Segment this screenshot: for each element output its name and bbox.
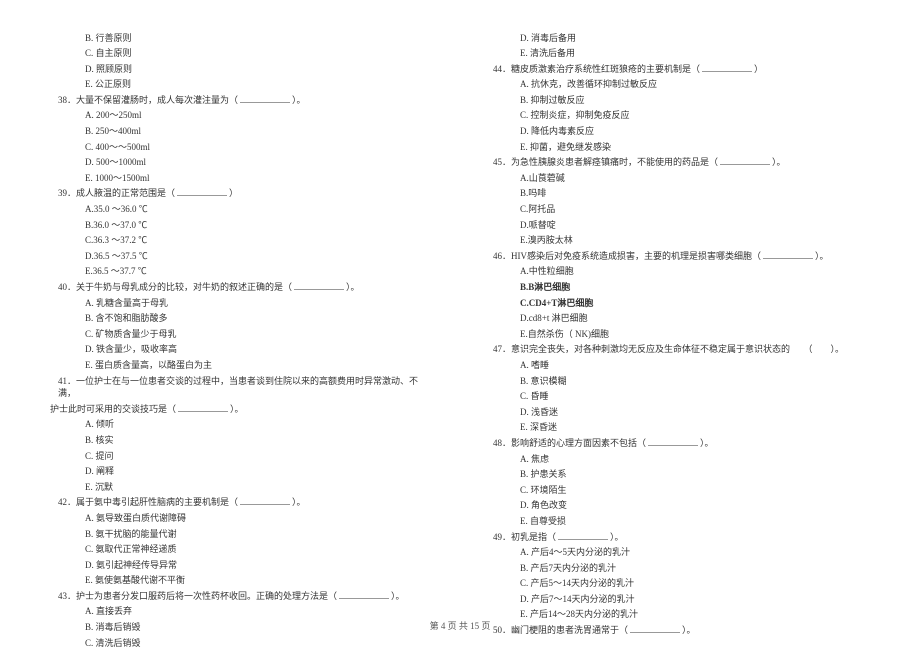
q42-opt-B: B. 氨干扰脑的能量代谢 [50,526,435,542]
question-38: 38．大量不保留灌肠时，成人每次灌注量为（）。 [50,92,435,108]
q45-opt-C: C.阿托品 [485,202,870,218]
left-column: B. 行善原则C. 自主原则D. 照顾原则E. 公正原则38．大量不保留灌肠时，… [50,30,435,600]
q43-opt-D: D. 消毒后备用 [485,30,870,46]
blank-fill [558,531,608,540]
blank-fill [178,403,228,412]
blank-fill [720,156,770,165]
question-41-line1: 41．一位护士在与一位患者交谈的过程中，当患者谈到住院以来的高额费用时异常激动、… [50,373,435,401]
q42-opt-D: D. 氨引起神经传导异常 [50,557,435,573]
q46-opt-A: A.中性粒细胞 [485,264,870,280]
blank-fill [294,281,344,290]
q44-opt-E: E. 抑菌，避免继发感染 [485,139,870,155]
question-45: 45．为急性胰腺炎患者解痉镇痛时，不能使用的药品是（）。 [485,155,870,171]
q38-opt-B: B. 250～400ml [50,124,435,140]
q47-opt-D: D. 浅昏迷 [485,404,870,420]
blank-fill [240,94,290,103]
q38-opt-C: C. 400～～500ml [50,139,435,155]
q43-opt-E: E. 清洗后备用 [485,46,870,62]
q37-opt-C: C. 自主原则 [50,46,435,62]
two-column-layout: B. 行善原则C. 自主原则D. 照顾原则E. 公正原则38．大量不保留灌肠时，… [50,30,870,600]
q44-opt-A: A. 抗休克，改善循环抑制过敏反应 [485,77,870,93]
q47-opt-A: A. 嗜睡 [485,357,870,373]
q37-opt-E: E. 公正原则 [50,77,435,93]
q41-opt-A: A. 倾听 [50,417,435,433]
q48-opt-D: D. 角色改变 [485,498,870,514]
q42-opt-E: E. 氨使氨基酸代谢不平衡 [50,573,435,589]
question-41-line2: 护士此时可采用的交谈技巧是（）。 [50,401,435,417]
question-42: 42．属于氨中毒引起肝性脑病的主要机制是（）。 [50,495,435,511]
q46-opt-C: C.CD4+T淋巴细胞 [485,295,870,311]
q40-opt-E: E. 蛋白质含量高，以酪蛋白为主 [50,357,435,373]
q39-opt-D: D.36.5 ～37.5 ℃ [50,248,435,264]
q49-opt-D: D. 产后7～14天内分泌的乳汁 [485,591,870,607]
q48-opt-A: A. 焦虑 [485,451,870,467]
q47-opt-B: B. 意识模糊 [485,373,870,389]
q41-opt-E: E. 沉默 [50,479,435,495]
q38-opt-D: D. 500～1000ml [50,155,435,171]
q44-opt-C: C. 控制炎症，抑制免疫反应 [485,108,870,124]
q46-opt-B: B.B淋巴细胞 [485,280,870,296]
q48-opt-C: C. 环境陌生 [485,482,870,498]
question-44: 44．糖皮质激素治疗系统性红斑狼疮的主要机制是（） [485,61,870,77]
q40-opt-A: A. 乳糖含量高于母乳 [50,295,435,311]
q41-opt-C: C. 提问 [50,448,435,464]
q37-opt-B: B. 行善原则 [50,30,435,46]
question-49: 49．初乳是指（）。 [485,529,870,545]
blank-fill [240,496,290,505]
q49-opt-C: C. 产后5～14天内分泌的乳汁 [485,576,870,592]
question-48: 48．影响舒适的心理方面因素不包括（）。 [485,435,870,451]
footer-prefix: 第 [430,621,441,631]
q39-opt-C: C.36.3 ～37.2 ℃ [50,233,435,249]
page-footer: 第 4 页 共 15 页 [0,619,920,632]
question-43: 43．护士为患者分发口服药后将一次性药杯收回。正确的处理方法是（）。 [50,588,435,604]
question-47: 47．意识完全丧失，对各种刺激均无反应及生命体征不稳定属于意识状态的 （ ）。 [485,342,870,358]
q41-opt-D: D. 阐释 [50,464,435,480]
q44-opt-D: D. 降低内毒素反应 [485,124,870,140]
right-column: D. 消毒后备用E. 清洗后备用44．糖皮质激素治疗系统性红斑狼疮的主要机制是（… [485,30,870,600]
footer-suffix: 页 [479,621,490,631]
footer-middle: 页 共 [445,621,470,631]
question-39: 39．成人腋温的正常范围是（） [50,186,435,202]
q41-opt-B: B. 核实 [50,432,435,448]
q45-opt-A: A.山莨菪碱 [485,170,870,186]
q40-opt-C: C. 矿物质含量少于母乳 [50,326,435,342]
blank-fill [339,590,389,599]
footer-total: 15 [470,621,479,631]
q40-opt-D: D. 铁含量少，吸收率高 [50,342,435,358]
q45-opt-E: E.溴丙胺太林 [485,233,870,249]
q39-opt-A: A.35.0 ～36.0 ℃ [50,202,435,218]
q43-opt-C: C. 清洗后销毁 [50,635,435,651]
question-40: 40．关于牛奶与母乳成分的比较，对牛奶的叙述正确的是（）。 [50,280,435,296]
blank-fill [648,437,698,446]
q38-opt-A: A. 200～250ml [50,108,435,124]
q49-opt-B: B. 产后7天内分泌的乳汁 [485,560,870,576]
question-46: 46．HIV感染后对免疫系统造成损害，主要的机理是损害哪类细胞（）。 [485,248,870,264]
q42-opt-C: C. 氨取代正常神经递质 [50,542,435,558]
q47-opt-C: C. 昏睡 [485,389,870,405]
q43-opt-A: A. 直接丢弃 [50,604,435,620]
q45-opt-D: D.哌替啶 [485,217,870,233]
blank-fill [177,187,227,196]
q49-opt-A: A. 产后4～5天内分泌的乳汁 [485,545,870,561]
q48-opt-E: E. 自尊受损 [485,513,870,529]
q42-opt-A: A. 氨导致蛋白质代谢障碍 [50,510,435,526]
q38-opt-E: E. 1000～1500ml [50,170,435,186]
q45-opt-B: B.吗啡 [485,186,870,202]
blank-fill [763,250,813,259]
q46-opt-D: D.cd8+t 淋巴细胞 [485,311,870,327]
q46-opt-E: E.自然杀伤（ NK)细胞 [485,326,870,342]
q40-opt-B: B. 含不饱和脂肪酸多 [50,311,435,327]
q39-opt-B: B.36.0 ～37.0 ℃ [50,217,435,233]
q44-opt-B: B. 抑制过敏反应 [485,92,870,108]
q47-opt-E: E. 深昏迷 [485,420,870,436]
q39-opt-E: E.36.5 ～37.7 ℃ [50,264,435,280]
q37-opt-D: D. 照顾原则 [50,61,435,77]
blank-fill [702,63,752,72]
q48-opt-B: B. 护患关系 [485,467,870,483]
